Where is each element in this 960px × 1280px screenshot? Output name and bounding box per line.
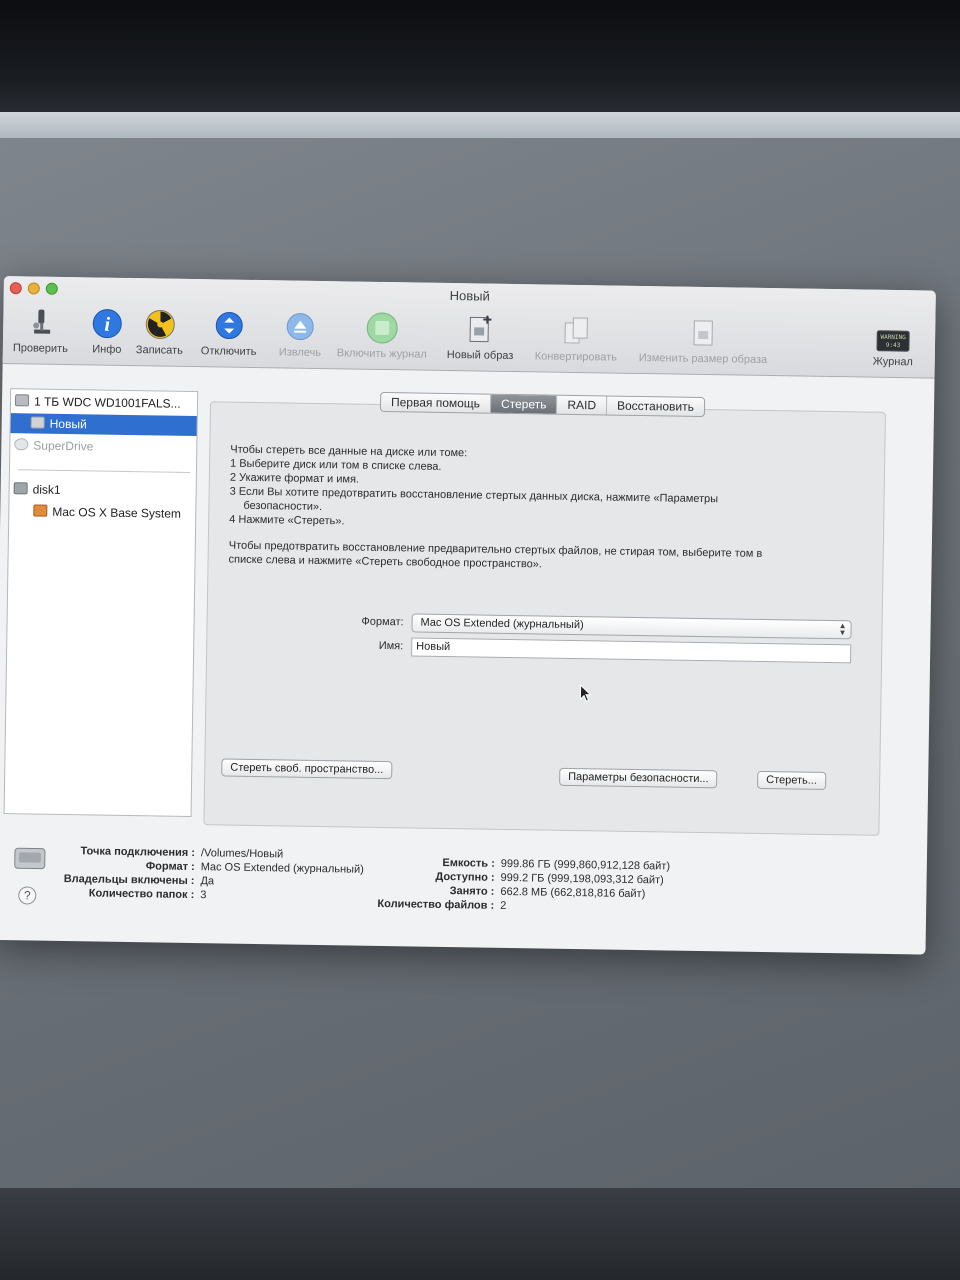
convert-label: Конвертировать	[534, 350, 617, 364]
base-system-label: Mac OS X Base System	[52, 504, 182, 521]
new-image-label: Новый образ	[446, 348, 514, 363]
list-item-superdrive[interactable]: SuperDrive	[14, 435, 93, 456]
erase-instructions: Чтобы стереть все данные на диске или то…	[228, 443, 850, 577]
resize-image-button[interactable]: Изменить размер образа	[639, 316, 768, 366]
volume-orange-icon	[33, 504, 48, 517]
mount-point-value: /Volumes/Новый	[200, 847, 284, 861]
format-label: Формат:	[361, 615, 404, 629]
superdrive-label: SuperDrive	[33, 438, 94, 454]
microscope-icon	[25, 306, 57, 338]
files-value: 2	[500, 899, 507, 912]
name-value: Новый	[416, 640, 451, 654]
tab-first-aid[interactable]: Первая помощь	[380, 392, 492, 413]
security-options-button[interactable]: Параметры безопасности...	[559, 767, 718, 789]
erase-free-space-button[interactable]: Стереть своб. пространство...	[221, 758, 393, 780]
unmount-icon	[213, 309, 245, 341]
resize-image-label: Изменить размер образа	[638, 351, 768, 366]
folders-label: Количество папок :	[88, 887, 195, 902]
footer-format-label: Формат :	[145, 860, 195, 874]
sidebar-divider	[17, 469, 190, 473]
optical-drive-icon	[14, 438, 29, 451]
toolbar: Новый Проверить i Инфо Записать Отключит…	[2, 276, 936, 379]
tab-restore[interactable]: Восстановить	[607, 396, 704, 416]
svg-text:WARNING: WARNING	[881, 334, 907, 341]
disk-utility-window: Новый Проверить i Инфо Записать Отключит…	[0, 276, 936, 955]
enable-journal-button[interactable]: Включить журнал	[336, 311, 428, 361]
mouse-pointer-icon	[579, 683, 592, 707]
svg-text:i: i	[104, 314, 110, 336]
list-item-base-system[interactable]: Mac OS X Base System	[33, 501, 181, 523]
files-label: Количество файлов :	[377, 897, 495, 912]
new-image-button[interactable]: Новый образ	[447, 313, 514, 362]
journal-icon	[366, 312, 398, 344]
list-item-disk-wdc[interactable]: 1 ТБ WDC WD1001FALS...	[14, 391, 181, 414]
list-item-volume-novyi[interactable]: Новый	[10, 413, 197, 437]
hard-disk-icon	[14, 394, 30, 407]
format-select[interactable]: Mac OS Extended (журнальный) ▲ ▼	[411, 613, 852, 640]
monitor-bezel-top	[0, 0, 960, 115]
tab-raid[interactable]: RAID	[557, 395, 608, 415]
convert-icon	[560, 315, 592, 347]
verify-label: Проверить	[12, 342, 68, 356]
eject-label: Извлечь	[278, 346, 322, 359]
info-button[interactable]: i Инфо	[91, 307, 124, 356]
erase-panel: Чтобы стереть все данные на диске или то…	[203, 401, 886, 836]
format-value: Mac OS Extended (журнальный)	[420, 616, 584, 632]
volume-label: Новый	[49, 416, 87, 432]
monitor-bezel-bottom	[0, 1188, 960, 1280]
used-label: Занято :	[449, 885, 495, 898]
used-value: 662.8 МБ (662,818,816 байт)	[500, 885, 646, 901]
name-label: Имя:	[378, 639, 404, 653]
name-field[interactable]: Новый	[411, 637, 852, 664]
info-icon: i	[91, 307, 123, 339]
tab-erase[interactable]: Стереть	[490, 394, 558, 414]
log-icon: WARNING 9:43	[876, 330, 910, 353]
verify-button[interactable]: Проверить	[13, 306, 69, 355]
volume-large-icon	[13, 842, 48, 878]
folders-value: 3	[200, 889, 207, 902]
disk-image-icon	[13, 482, 28, 495]
mount-point-label: Точка подключения :	[80, 845, 196, 860]
log-button[interactable]: WARNING 9:43 Журнал	[872, 330, 914, 369]
list-item-disk1[interactable]: disk1	[13, 479, 61, 500]
log-label: Журнал	[872, 355, 913, 369]
enable-journal-label: Включить журнал	[336, 347, 427, 361]
erase-button[interactable]: Стереть...	[757, 770, 827, 790]
screen-top-edge	[0, 112, 960, 140]
svg-text:9:43: 9:43	[886, 342, 901, 349]
burn-button[interactable]: Записать	[136, 308, 184, 357]
unmount-label: Отключить	[200, 345, 257, 358]
disk-label: 1 ТБ WDC WD1001FALS...	[33, 394, 181, 411]
footer-format-value: Mac OS Extended (журнальный)	[200, 861, 364, 876]
convert-button[interactable]: Конвертировать	[534, 314, 618, 364]
disk1-label: disk1	[32, 482, 61, 497]
disk-list: 1 ТБ WDC WD1001FALS... Новый SuperDrive …	[3, 388, 199, 818]
new-image-icon	[464, 313, 496, 345]
capacity-value: 999.86 ГБ (999,860,912,128 байт)	[500, 857, 671, 873]
owners-value: Да	[200, 875, 215, 888]
eject-icon	[284, 310, 316, 342]
owners-label: Владельцы включены :	[63, 873, 195, 888]
unmount-button[interactable]: Отключить	[201, 309, 257, 358]
info-label: Инфо	[92, 343, 122, 356]
capacity-label: Емкость :	[442, 856, 495, 870]
available-value: 999.2 ГБ (999,198,093,312 байт)	[500, 871, 664, 887]
select-arrows-icon: ▲ ▼	[838, 621, 847, 638]
burn-label: Записать	[135, 344, 183, 357]
help-button[interactable]: ?	[18, 886, 37, 905]
eject-button[interactable]: Извлечь	[279, 310, 322, 359]
available-label: Доступно :	[435, 870, 495, 884]
volume-icon	[30, 416, 45, 429]
radiation-icon	[144, 308, 176, 340]
resize-image-icon	[687, 317, 719, 349]
